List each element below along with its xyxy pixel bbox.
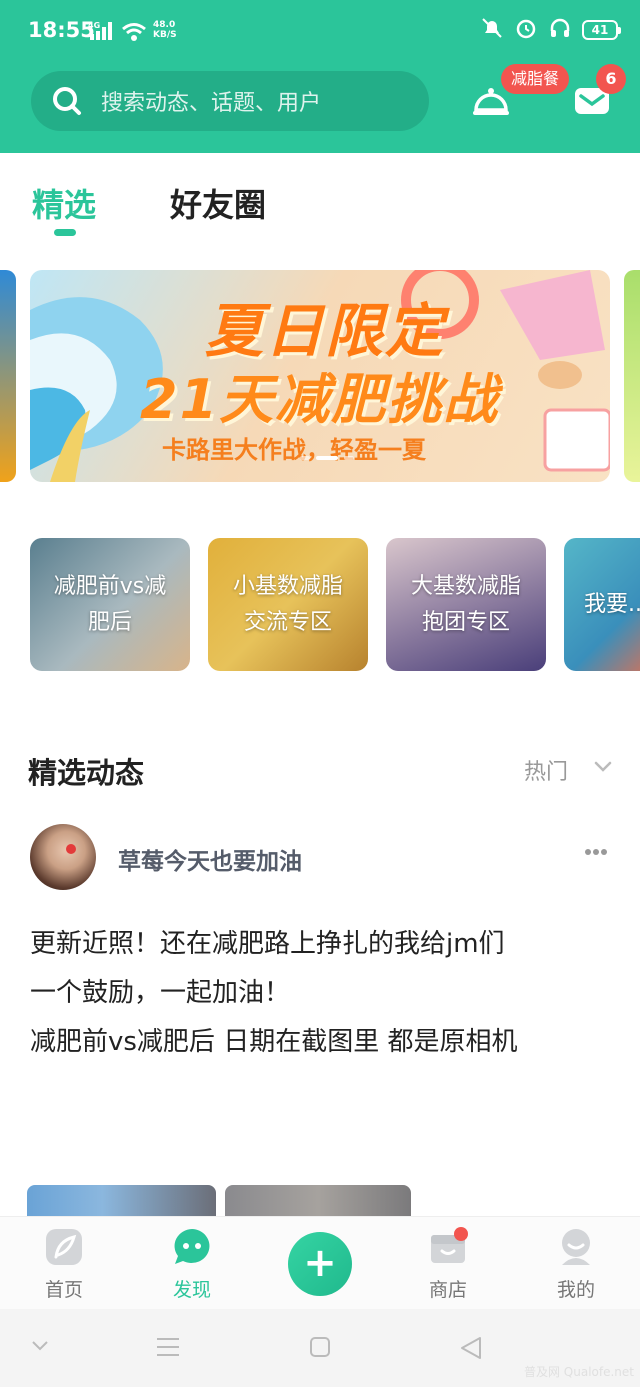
system-nav-bar: 普及网 Qualofe.net bbox=[0, 1309, 640, 1387]
search-input[interactable]: 搜索动态、话题、用户 bbox=[31, 71, 429, 131]
carousel-dot bbox=[300, 456, 310, 460]
category-card-more[interactable]: 我要... bbox=[564, 538, 640, 671]
watermark: 普及网 Qualofe.net bbox=[523, 1365, 634, 1379]
section-title: 精选动态 bbox=[28, 756, 145, 790]
category-label: 小基数减脂 bbox=[232, 573, 343, 599]
nav-home[interactable]: 首页 bbox=[0, 1217, 128, 1310]
wifi-icon bbox=[121, 22, 147, 46]
carousel-dots bbox=[300, 456, 354, 460]
post-line: 更新近照！还在减肥路上挣扎的我给jm们 bbox=[30, 929, 505, 959]
post-line: 一个鼓励，一起加油！ bbox=[30, 978, 291, 1008]
category-card-large-base[interactable]: 大基数减脂 抱团专区 bbox=[386, 538, 546, 671]
battery-icon: 41 bbox=[582, 20, 621, 40]
headphone-icon bbox=[548, 16, 572, 44]
banner-subtitle: 卡路里大作战，轻盈一夏 bbox=[162, 436, 426, 464]
cellular-signal-icon: 4G bbox=[88, 20, 116, 44]
nav-shop[interactable]: 商店 bbox=[384, 1217, 512, 1310]
nav-discover[interactable]: 发现 bbox=[128, 1217, 256, 1310]
chevron-down-icon[interactable] bbox=[593, 760, 613, 774]
nav-label: 首页 bbox=[44, 1279, 83, 1301]
bottom-nav: 首页 发现 + 商店 我的 bbox=[0, 1216, 640, 1309]
meal-plan-badge[interactable]: 减脂餐 bbox=[501, 64, 570, 94]
home-leaf-icon bbox=[46, 1229, 82, 1265]
create-post-button[interactable]: + bbox=[288, 1232, 352, 1296]
messages-count-badge[interactable]: 6 bbox=[596, 64, 626, 94]
system-collapse-icon[interactable] bbox=[30, 1339, 50, 1353]
search-placeholder: 搜索动态、话题、用户 bbox=[101, 91, 322, 116]
banner-next-peek[interactable] bbox=[624, 270, 640, 482]
status-bar: 18:55 4G 48.0 KB/S 41 bbox=[0, 0, 640, 62]
category-card-small-base[interactable]: 小基数减脂 交流专区 bbox=[208, 538, 368, 671]
status-time: 18:55 bbox=[28, 18, 95, 42]
carousel-dot-active bbox=[316, 456, 338, 460]
sort-dropdown[interactable]: 热门 bbox=[524, 754, 568, 786]
search-icon bbox=[53, 87, 81, 115]
network-speed: 48.0 KB/S bbox=[153, 20, 177, 40]
network-speed-unit: KB/S bbox=[153, 30, 177, 40]
post-text[interactable]: 更新近照！还在减肥路上挣扎的我给jm们 一个鼓励，一起加油！ 减肥前vs减肥后 … bbox=[30, 920, 620, 1067]
category-label: 大基数减脂 bbox=[410, 573, 521, 599]
banner-carousel[interactable]: 夏日限定 21天减肥挑战 卡路里大作战，轻盈一夏 bbox=[30, 270, 610, 482]
alarm-icon bbox=[514, 16, 538, 44]
category-label: 抱团专区 bbox=[421, 609, 510, 635]
carousel-dot bbox=[344, 456, 354, 460]
network-speed-value: 48.0 bbox=[153, 20, 176, 30]
profile-icon bbox=[562, 1229, 590, 1265]
system-menu-icon[interactable] bbox=[155, 1335, 181, 1359]
tab-indicator bbox=[54, 229, 76, 236]
nav-label: 发现 bbox=[172, 1279, 211, 1301]
system-back-icon[interactable] bbox=[458, 1335, 484, 1361]
system-home-icon[interactable] bbox=[308, 1335, 332, 1359]
network-type: 4G bbox=[88, 21, 100, 30]
category-label: 减肥前vs减 bbox=[53, 573, 167, 599]
banner-headline: 21天减肥挑战 bbox=[140, 368, 500, 431]
category-label: 我要... bbox=[584, 591, 640, 617]
banner-prev-peek[interactable] bbox=[0, 270, 16, 482]
more-options-icon[interactable] bbox=[584, 848, 608, 856]
post-line: 减肥前vs减肥后 日期在截图里 都是原相机 bbox=[30, 1027, 518, 1057]
post-username[interactable]: 草莓今天也要加油 bbox=[118, 842, 302, 876]
nav-label: 商店 bbox=[428, 1279, 467, 1301]
tab-featured[interactable]: 精选 bbox=[32, 180, 96, 226]
nav-profile[interactable]: 我的 bbox=[512, 1217, 640, 1310]
chat-bubble-icon bbox=[174, 1229, 210, 1264]
category-label: 交流专区 bbox=[243, 609, 332, 635]
shop-notification-dot bbox=[454, 1227, 468, 1241]
category-card-before-after[interactable]: 减肥前vs减 肥后 bbox=[30, 538, 190, 671]
category-label: 肥后 bbox=[87, 609, 132, 635]
tab-friends[interactable]: 好友圈 bbox=[170, 180, 266, 226]
mute-icon bbox=[480, 16, 504, 44]
header: 18:55 4G 48.0 KB/S 41 搜索动态、话题、用户 减脂餐 6 bbox=[0, 0, 640, 153]
avatar[interactable] bbox=[30, 824, 96, 890]
nav-label: 我的 bbox=[556, 1279, 595, 1301]
